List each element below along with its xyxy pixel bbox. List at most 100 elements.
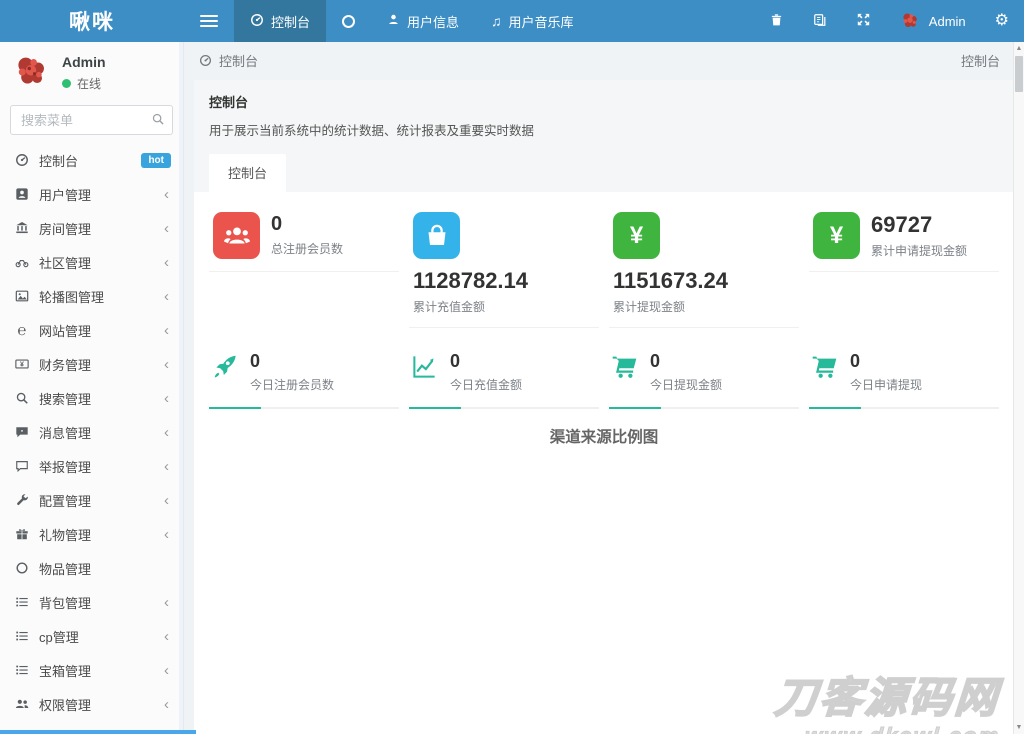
stat-today-withdraw-request[interactable]: 0 今日申请提现 xyxy=(809,346,999,409)
top-navbar: 啾咪 控制台 用户信息 ♫ 用户音乐库 xyxy=(0,0,1024,42)
breadcrumb-current: 控制台 xyxy=(961,51,1000,70)
sidebar: Admin 在线 控制台 hot 用户管理‹ 房间管理‹ 社区管理‹ xyxy=(0,42,184,734)
nav-tab-user-music[interactable]: ♫ 用户音乐库 xyxy=(475,0,590,42)
user-menu[interactable]: Admin xyxy=(891,10,974,32)
sidebar-item-search-mgmt[interactable]: 搜索管理‹ xyxy=(0,381,183,415)
image-icon xyxy=(14,289,30,303)
gear-icon: ⚙ xyxy=(995,13,1009,29)
nav-tab-label: 控制台 xyxy=(271,12,310,31)
hot-badge: hot xyxy=(141,153,171,168)
sidebar-item-rooms[interactable]: 房间管理‹ xyxy=(0,211,183,245)
cart-icon xyxy=(811,353,839,380)
sidebar-item-items[interactable]: 物品管理 xyxy=(0,551,183,585)
app-logo[interactable]: 啾咪 xyxy=(0,0,184,42)
stat-total-recharge[interactable]: 1128782.14 累计充值金额 xyxy=(409,208,599,328)
message-icon xyxy=(14,425,30,439)
bank-icon xyxy=(14,221,30,235)
music-icon: ♫ xyxy=(491,14,502,28)
tab-dashboard[interactable]: 控制台 xyxy=(209,154,286,192)
stat-value: 0 xyxy=(450,352,522,372)
search-input[interactable] xyxy=(10,105,173,135)
stat-today-withdraw[interactable]: 0 今日提现金额 xyxy=(609,346,799,409)
circle-o-icon xyxy=(14,561,30,575)
stat-total-withdraw-request[interactable]: ¥ 69727 累计申请提现金额 xyxy=(809,208,999,272)
stats-row-1: 0 总注册会员数 1128782.14 累计充值金额 ¥ 1151673.24 … xyxy=(209,208,999,328)
scroll-up-arrow[interactable]: ▲ xyxy=(1014,43,1024,54)
yen-icon: ¥ xyxy=(613,212,660,259)
stat-total-members[interactable]: 0 总注册会员数 xyxy=(209,208,399,272)
stat-value: 0 xyxy=(250,352,334,372)
sidebar-toggle-button[interactable] xyxy=(184,0,234,42)
avatar xyxy=(10,51,52,93)
breadcrumb-link[interactable]: 控制台 xyxy=(219,51,258,70)
stat-value: 0 xyxy=(271,213,343,235)
sidebar-item-gifts[interactable]: 礼物管理‹ xyxy=(0,517,183,551)
chevron-left-icon: ‹ xyxy=(164,663,171,678)
stat-today-members[interactable]: 0 今日注册会员数 xyxy=(209,346,399,409)
stat-value: 69727 xyxy=(871,213,967,237)
sidebar-menu: 控制台 hot 用户管理‹ 房间管理‹ 社区管理‹ 轮播图管理‹ ℮ 网站管理‹… xyxy=(0,143,183,734)
sidebar-item-dashboard[interactable]: 控制台 hot xyxy=(0,143,183,177)
stat-label: 今日注册会员数 xyxy=(250,376,334,393)
rocket-icon xyxy=(211,353,239,380)
stat-total-withdraw[interactable]: ¥ 1151673.24 累计提现金额 xyxy=(609,208,799,328)
expand-arrows-icon xyxy=(857,13,870,29)
user-square-icon xyxy=(14,187,30,201)
chevron-left-icon: ‹ xyxy=(164,527,171,542)
list-icon xyxy=(14,595,30,609)
cache-button[interactable] xyxy=(804,0,836,42)
stat-label: 今日提现金额 xyxy=(650,376,722,393)
scrollbar-thumb[interactable] xyxy=(1015,56,1023,92)
chevron-left-icon: ‹ xyxy=(164,323,171,338)
stat-label: 累计申请提现金额 xyxy=(871,242,967,259)
panel-content: 0 总注册会员数 1128782.14 累计充值金额 ¥ 1151673.24 … xyxy=(194,192,1014,734)
sidebar-item-treasure[interactable]: 宝箱管理‹ xyxy=(0,653,183,687)
page-subtitle: 用于展示当前系统中的统计数据、统计报表及重要实时数据 xyxy=(209,120,999,139)
sidebar-item-carousel[interactable]: 轮播图管理‹ xyxy=(0,279,183,313)
avatar xyxy=(899,10,921,32)
users-icon xyxy=(14,697,30,711)
breadcrumb: 控制台 控制台 xyxy=(184,42,1024,78)
chart-title: 渠道来源比例图 xyxy=(209,425,999,447)
community-icon xyxy=(14,255,30,269)
sidebar-item-cp[interactable]: cp管理‹ xyxy=(0,619,183,653)
report-icon xyxy=(14,459,30,473)
nav-tab-label: 用户音乐库 xyxy=(509,12,574,31)
sidebar-item-website[interactable]: ℮ 网站管理‹ xyxy=(0,313,183,347)
page-title: 控制台 xyxy=(209,92,999,111)
svg-text:¥: ¥ xyxy=(20,361,24,368)
fullscreen-button[interactable] xyxy=(848,0,879,42)
sidebar-item-permissions[interactable]: 权限管理‹ xyxy=(0,687,183,721)
dashboard-icon xyxy=(199,54,212,67)
watermark-text: 刀客源码网 xyxy=(773,664,1002,725)
settings-button[interactable]: ⚙ xyxy=(986,0,1018,42)
stat-today-recharge[interactable]: 0 今日充值金额 xyxy=(409,346,599,409)
main-scrollbar: ▲ ▼ xyxy=(1013,42,1024,734)
sidebar-item-messages[interactable]: 消息管理‹ xyxy=(0,415,183,449)
online-status-label: 在线 xyxy=(77,75,101,92)
chevron-left-icon: ‹ xyxy=(164,221,171,236)
scroll-down-arrow[interactable]: ▼ xyxy=(1014,722,1024,733)
dashboard-icon xyxy=(14,153,30,167)
online-dot-icon xyxy=(62,79,71,88)
sidebar-scrollbar[interactable] xyxy=(0,730,196,734)
sidebar-item-config[interactable]: 配置管理‹ xyxy=(0,483,183,517)
sidebar-item-users[interactable]: 用户管理‹ xyxy=(0,177,183,211)
stat-label: 今日申请提现 xyxy=(850,376,922,393)
sidebar-item-reports[interactable]: 举报管理‹ xyxy=(0,449,183,483)
copy-icon xyxy=(813,13,827,30)
trash-button[interactable] xyxy=(761,0,792,42)
sidebar-item-backpack[interactable]: 背包管理‹ xyxy=(0,585,183,619)
sidebar-user-name: Admin xyxy=(62,54,106,70)
circle-icon xyxy=(342,15,355,28)
cart-icon xyxy=(611,353,639,380)
list-icon xyxy=(14,629,30,643)
chevron-left-icon: ‹ xyxy=(164,493,171,508)
chevron-left-icon: ‹ xyxy=(164,595,171,610)
stats-row-2: 0 今日注册会员数 0 今日充值金额 xyxy=(209,346,999,409)
nav-tab-user-info[interactable]: 用户信息 xyxy=(371,0,475,42)
nav-tab-dashboard[interactable]: 控制台 xyxy=(234,0,326,42)
sidebar-item-community[interactable]: 社区管理‹ xyxy=(0,245,183,279)
sidebar-item-finance[interactable]: ¥ 财务管理‹ xyxy=(0,347,183,381)
nav-tab-circle[interactable] xyxy=(326,0,371,42)
